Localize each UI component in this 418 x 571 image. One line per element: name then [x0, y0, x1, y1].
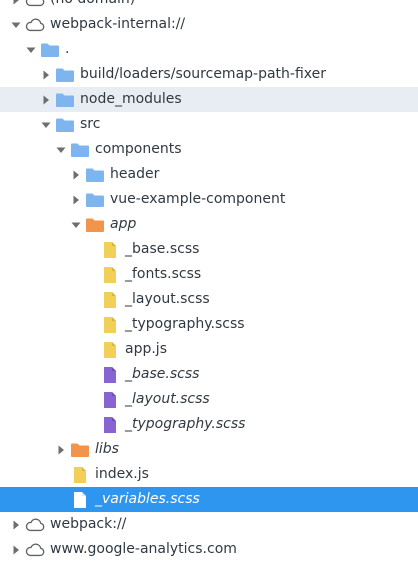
- tree-item-webpack[interactable]: webpack://: [0, 512, 418, 537]
- tree-item-label: _variables.scss: [95, 491, 200, 507]
- folder-icon: [85, 166, 105, 184]
- tree-item-libs[interactable]: libs: [0, 437, 418, 462]
- folder-icon: [40, 41, 60, 59]
- tree-item-label: app.js: [125, 341, 167, 357]
- tree-item-file-selected[interactable]: _variables.scss: [0, 487, 418, 512]
- tree-item-src[interactable]: src: [0, 112, 418, 137]
- file-icon: [100, 316, 120, 334]
- tree-item-dot-folder[interactable]: .: [0, 37, 418, 62]
- file-icon: [70, 491, 90, 509]
- sources-file-tree: (no domain) webpack-internal:// . build/…: [0, 0, 418, 562]
- chevron-right-icon[interactable]: [55, 444, 67, 456]
- chevron-right-icon[interactable]: [40, 94, 52, 106]
- chevron-down-icon[interactable]: [40, 119, 52, 131]
- chevron-down-icon[interactable]: [70, 219, 82, 231]
- folder-icon: [55, 91, 75, 109]
- tree-item-label: app: [110, 216, 137, 232]
- folder-icon: [70, 441, 90, 459]
- tree-item-label: _fonts.scss: [125, 266, 202, 282]
- folder-icon: [55, 66, 75, 84]
- tree-item-label: _base.scss: [125, 241, 200, 257]
- tree-item-google-analytics[interactable]: www.google-analytics.com: [0, 537, 418, 562]
- file-icon: [100, 241, 120, 259]
- cloud-icon: [25, 516, 45, 534]
- tree-item-file[interactable]: _layout.scss: [0, 287, 418, 312]
- folder-icon: [85, 191, 105, 209]
- chevron-down-icon[interactable]: [25, 44, 37, 56]
- file-icon: [100, 416, 120, 434]
- tree-item-file[interactable]: _layout.scss: [0, 387, 418, 412]
- file-icon: [100, 291, 120, 309]
- file-icon: [100, 391, 120, 409]
- tree-item-build-folder[interactable]: build/loaders/sourcemap-path-fixer: [0, 62, 418, 87]
- tree-item-file[interactable]: app.js: [0, 337, 418, 362]
- tree-item-label: _typography.scss: [125, 416, 246, 432]
- tree-item-label: www.google-analytics.com: [50, 541, 237, 557]
- tree-item-label: header: [110, 166, 160, 182]
- tree-item-label: _layout.scss: [125, 391, 210, 407]
- folder-icon: [70, 141, 90, 159]
- tree-item-label: _base.scss: [125, 366, 200, 382]
- chevron-right-icon[interactable]: [10, 0, 22, 6]
- tree-item-vue-example-component[interactable]: vue-example-component: [0, 187, 418, 212]
- tree-item-components[interactable]: components: [0, 137, 418, 162]
- chevron-down-icon[interactable]: [10, 19, 22, 31]
- tree-item-app-folder[interactable]: app: [0, 212, 418, 237]
- file-icon: [70, 466, 90, 484]
- tree-item-file[interactable]: _typography.scss: [0, 412, 418, 437]
- tree-item-webpack-internal[interactable]: webpack-internal://: [0, 12, 418, 37]
- tree-item-no-domain[interactable]: (no domain): [0, 0, 418, 12]
- tree-item-label: vue-example-component: [110, 191, 286, 207]
- chevron-right-icon[interactable]: [40, 69, 52, 81]
- tree-item-file[interactable]: index.js: [0, 462, 418, 487]
- folder-icon: [85, 216, 105, 234]
- tree-item-label: libs: [95, 441, 119, 457]
- tree-item-label: src: [80, 116, 101, 132]
- cloud-icon: [25, 0, 45, 9]
- tree-item-label: _layout.scss: [125, 291, 210, 307]
- tree-item-label: components: [95, 141, 182, 157]
- folder-icon: [55, 116, 75, 134]
- tree-item-file[interactable]: _base.scss: [0, 362, 418, 387]
- file-icon: [100, 366, 120, 384]
- cloud-icon: [25, 541, 45, 559]
- tree-item-node-modules[interactable]: node_modules: [0, 87, 418, 112]
- tree-item-label: .: [65, 41, 70, 57]
- chevron-right-icon[interactable]: [70, 194, 82, 206]
- chevron-right-icon[interactable]: [10, 519, 22, 531]
- tree-item-label: index.js: [95, 466, 149, 482]
- file-icon: [100, 341, 120, 359]
- chevron-right-icon[interactable]: [70, 169, 82, 181]
- file-icon: [100, 266, 120, 284]
- cloud-icon: [25, 16, 45, 34]
- chevron-down-icon[interactable]: [55, 144, 67, 156]
- tree-item-file[interactable]: _fonts.scss: [0, 262, 418, 287]
- tree-item-label: webpack://: [50, 516, 127, 532]
- tree-item-label: build/loaders/sourcemap-path-fixer: [80, 66, 327, 82]
- tree-item-file[interactable]: _typography.scss: [0, 312, 418, 337]
- tree-item-file[interactable]: _base.scss: [0, 237, 418, 262]
- tree-item-label: _typography.scss: [125, 316, 245, 332]
- tree-item-header[interactable]: header: [0, 162, 418, 187]
- tree-item-label: node_modules: [80, 91, 182, 107]
- tree-item-label: (no domain): [50, 0, 135, 12]
- chevron-right-icon[interactable]: [10, 544, 22, 556]
- tree-item-label: webpack-internal://: [50, 16, 186, 32]
